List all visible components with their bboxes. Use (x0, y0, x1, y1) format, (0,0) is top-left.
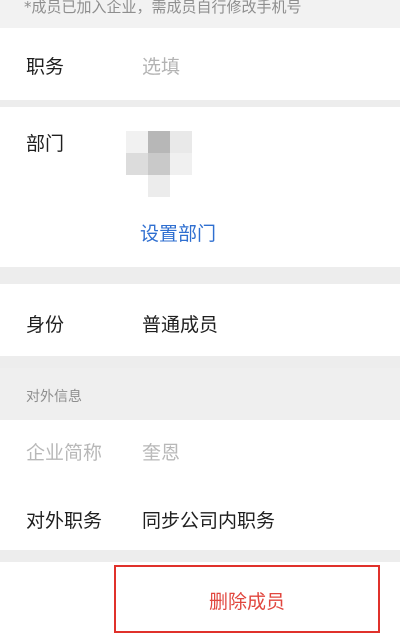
delete-member-button[interactable]: 删除成员 (114, 565, 380, 633)
identity-value: 普通成员 (142, 314, 219, 336)
delete-member-label: 删除成员 (208, 591, 285, 613)
notice-text: *成员已加入企业，需成员自行修改手机号 (24, 0, 302, 16)
external-position-row[interactable]: 对外职务 同步公司内职务 (0, 482, 400, 550)
set-department-link[interactable]: 设置部门 (140, 219, 216, 246)
external-info-card: 企业简称 奎恩 对外职务 同步公司内职务 (0, 420, 400, 550)
section-divider (0, 100, 400, 107)
external-position-label: 对外职务 (26, 510, 103, 532)
department-row[interactable]: 部门 设置部门 (0, 107, 400, 267)
position-row[interactable]: 职务 选填 (0, 28, 400, 100)
section-divider (0, 267, 400, 284)
department-label: 部门 (26, 133, 65, 155)
company-short-name-value: 奎恩 (142, 442, 181, 464)
section-divider (0, 356, 400, 368)
identity-row[interactable]: 身份 普通成员 (0, 284, 400, 356)
identity-label: 身份 (26, 314, 65, 336)
company-short-name-row: 企业简称 奎恩 (0, 420, 400, 482)
external-info-section-title: 对外信息 (26, 389, 82, 405)
company-short-name-label: 企业简称 (26, 442, 103, 464)
position-input-placeholder[interactable]: 选填 (142, 52, 180, 79)
external-position-value: 同步公司内职务 (142, 510, 276, 532)
phone-edit-notice: *成员已加入企业，需成员自行修改手机号 (0, 0, 400, 28)
position-label: 职务 (26, 56, 65, 78)
section-divider (0, 550, 400, 562)
